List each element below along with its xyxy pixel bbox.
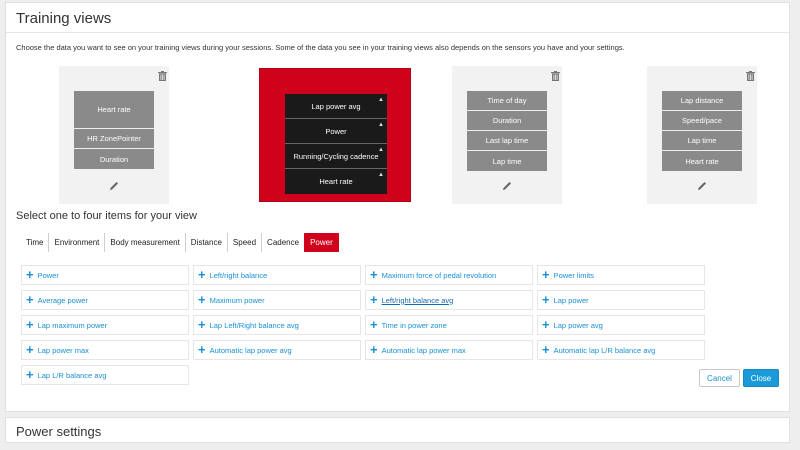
- caret-icon: ▲: [378, 122, 384, 128]
- pencil-icon[interactable]: [109, 181, 119, 191]
- plus-icon: +: [26, 292, 34, 307]
- plus-icon: +: [198, 342, 206, 357]
- list-item[interactable]: + Power: [21, 265, 189, 285]
- power-settings-title: Power settings: [16, 424, 102, 439]
- tab-speed[interactable]: Speed: [228, 233, 263, 252]
- caret-icon: ▲: [378, 172, 384, 178]
- plus-icon: +: [198, 317, 206, 332]
- view-field: Heart rate: [74, 91, 154, 129]
- power-settings-panel[interactable]: Power settings: [5, 417, 790, 443]
- plus-icon: +: [370, 292, 378, 307]
- view-field: Lap time: [467, 151, 547, 171]
- trash-icon[interactable]: [158, 71, 167, 81]
- list-item[interactable]: + Automatic lap L/R balance avg: [537, 340, 705, 360]
- list-item[interactable]: + Lap Left/Right balance avg: [193, 315, 361, 335]
- training-view-1[interactable]: Heart rate HR ZonePointer Duration: [59, 66, 169, 204]
- list-item[interactable]: + Lap power avg: [537, 315, 705, 335]
- list-item[interactable]: + Lap power: [537, 290, 705, 310]
- view-field: Lap distance: [662, 91, 742, 111]
- view-field-stack: Heart rate HR ZonePointer Duration: [74, 91, 154, 169]
- pencil-icon[interactable]: [697, 181, 707, 191]
- list-item[interactable]: + Average power: [21, 290, 189, 310]
- view-field-stack: Time of day Duration Last lap time Lap t…: [467, 91, 547, 171]
- view-field: Time of day: [467, 91, 547, 111]
- plus-icon: +: [26, 317, 34, 332]
- list-item[interactable]: + Lap power max: [21, 340, 189, 360]
- list-item[interactable]: + Left/right balance avg: [365, 290, 533, 310]
- close-button[interactable]: Close: [743, 369, 779, 387]
- view-field: HR ZonePointer: [74, 129, 154, 149]
- trash-icon[interactable]: [746, 71, 755, 81]
- list-item[interactable]: + Lap L/R balance avg: [21, 365, 189, 385]
- list-item[interactable]: + Left/right balance: [193, 265, 361, 285]
- cancel-button[interactable]: Cancel: [699, 369, 740, 387]
- view-field: Lap power avg ▲: [285, 94, 387, 119]
- data-item-grid: + Power + Left/right balance + Maximum forc…: [21, 265, 705, 385]
- page-title: Training views: [16, 10, 112, 27]
- list-item[interactable]: + Maximum power: [193, 290, 361, 310]
- tab-environment[interactable]: Environment: [49, 233, 106, 252]
- tab-distance[interactable]: Distance: [186, 233, 228, 252]
- training-views-panel: Training views Choose the data you want …: [5, 2, 790, 412]
- tab-body-measurement[interactable]: Body measurement: [105, 233, 186, 252]
- plus-icon: +: [26, 367, 34, 382]
- list-item[interactable]: + Power limits: [537, 265, 705, 285]
- plus-icon: +: [542, 342, 550, 357]
- pencil-icon[interactable]: [502, 181, 512, 191]
- plus-icon: +: [542, 267, 550, 282]
- view-field: Last lap time: [467, 131, 547, 151]
- plus-icon: +: [26, 267, 34, 282]
- tab-power[interactable]: Power: [304, 233, 339, 252]
- view-field: Lap time: [662, 131, 742, 151]
- plus-icon: +: [198, 292, 206, 307]
- view-field: Power ▲: [285, 119, 387, 144]
- intro-text: Choose the data you want to see on your …: [16, 43, 625, 52]
- training-view-2[interactable]: Lap power avg ▲ Power ▲ Running/Cycling ca…: [259, 68, 411, 202]
- tab-cadence[interactable]: Cadence: [262, 233, 304, 252]
- plus-icon: +: [198, 267, 206, 282]
- trash-icon[interactable]: [551, 71, 560, 81]
- view-field: Running/Cycling cadence ▲: [285, 144, 387, 169]
- plus-icon: +: [370, 267, 378, 282]
- view-field: Speed/pace: [662, 111, 742, 131]
- divider: [6, 32, 789, 33]
- plus-icon: +: [370, 342, 378, 357]
- view-field: Duration: [467, 111, 547, 131]
- training-view-4[interactable]: Lap distance Speed/pace Lap time Heart r…: [647, 66, 757, 204]
- plus-icon: +: [26, 342, 34, 357]
- view-field-stack: Lap power avg ▲ Power ▲ Running/Cycling ca…: [285, 94, 387, 194]
- view-field: Heart rate: [662, 151, 742, 171]
- view-field-stack: Lap distance Speed/pace Lap time Heart r…: [662, 91, 742, 171]
- training-view-3[interactable]: Time of day Duration Last lap time Lap t…: [452, 66, 562, 204]
- list-item[interactable]: + Lap maximum power: [21, 315, 189, 335]
- caret-icon: ▲: [378, 147, 384, 153]
- category-tabs: Time Environment Body measurement Distan…: [21, 233, 339, 252]
- selector-heading: Select one to four items for your view: [16, 210, 197, 222]
- plus-icon: +: [370, 317, 378, 332]
- list-item[interactable]: + Time in power zone: [365, 315, 533, 335]
- plus-icon: +: [542, 292, 550, 307]
- list-item[interactable]: + Automatic lap power max: [365, 340, 533, 360]
- view-field: Duration: [74, 149, 154, 169]
- view-field: Heart rate ▲: [285, 169, 387, 194]
- tab-time[interactable]: Time: [21, 233, 50, 252]
- caret-icon: ▲: [378, 97, 384, 103]
- list-item[interactable]: + Automatic lap power avg: [193, 340, 361, 360]
- plus-icon: +: [542, 317, 550, 332]
- list-item[interactable]: + Maximum force of pedal revolution: [365, 265, 533, 285]
